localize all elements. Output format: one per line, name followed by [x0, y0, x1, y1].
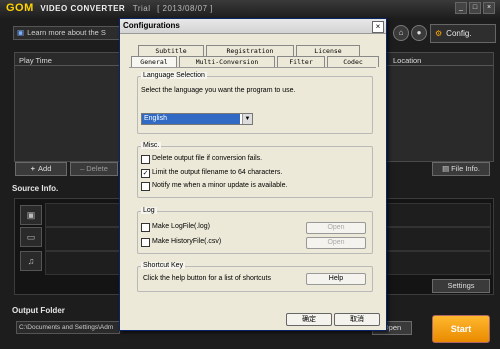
- music-note-icon[interactable]: ♫: [20, 251, 42, 271]
- output-path-field[interactable]: C:\Documents and Settings\Adm: [16, 321, 120, 334]
- file-info-button[interactable]: ▤ File Info.: [432, 162, 490, 176]
- cancel-button[interactable]: 取消: [334, 313, 380, 326]
- brand-name: GOM: [6, 2, 34, 14]
- language-selected: English: [142, 114, 240, 124]
- maximize-button[interactable]: □: [469, 2, 481, 14]
- limit-filename-checkbox[interactable]: ✓: [141, 169, 150, 178]
- config-button[interactable]: ⚙ Config.: [430, 24, 496, 43]
- column-location[interactable]: Location: [393, 56, 421, 65]
- gear-icon: ⚙: [435, 29, 443, 38]
- dialog-close-button[interactable]: ×: [372, 21, 384, 33]
- app-title-bar: GOM VIDEO CONVERTER Trial [ 2013/08/07 ]…: [0, 0, 500, 18]
- learn-more-link[interactable]: ▣ Learn more about the S: [13, 26, 126, 40]
- delete-on-fail-checkbox[interactable]: [141, 155, 150, 164]
- home-icon[interactable]: ⌂: [393, 25, 409, 41]
- shortcut-group-label: Shortcut Key: [141, 262, 186, 269]
- tab-license[interactable]: License: [296, 45, 360, 56]
- tab-registration[interactable]: Registration: [206, 45, 294, 56]
- language-description: Select the language you want the program…: [141, 87, 296, 94]
- delete-on-fail-label: Delete output file if conversion fails.: [152, 155, 263, 162]
- notify-update-checkbox[interactable]: [141, 182, 150, 191]
- chevron-down-icon[interactable]: ▼: [242, 114, 252, 124]
- dialog-title: Configurations: [123, 21, 180, 30]
- add-label: Add: [38, 164, 52, 173]
- info-icon: ▣: [17, 28, 25, 37]
- settings-button[interactable]: Settings: [432, 279, 490, 293]
- film-frame-icon[interactable]: ▣: [20, 205, 42, 225]
- log-group-label: Log: [141, 207, 157, 214]
- tab-filter[interactable]: Filter: [277, 56, 325, 67]
- source-info-title: Source Info.: [12, 184, 59, 193]
- language-group-label: Language Selection: [141, 72, 207, 79]
- dialog-titlebar: Configurations ×: [120, 19, 386, 34]
- column-playtime[interactable]: Play Time: [19, 56, 52, 65]
- logfile-checkbox[interactable]: [141, 223, 150, 232]
- notify-update-label: Notify me when a minor update is availab…: [152, 182, 288, 189]
- add-button[interactable]: + Add: [15, 162, 67, 176]
- output-folder-title: Output Folder: [12, 306, 65, 315]
- file-info-label: File Info.: [451, 164, 480, 173]
- language-select[interactable]: English ▼: [141, 113, 253, 125]
- historyfile-checkbox[interactable]: [141, 238, 150, 247]
- close-button[interactable]: ×: [483, 2, 495, 14]
- minus-icon: –: [80, 164, 85, 173]
- app-title: VIDEO CONVERTER: [40, 4, 126, 13]
- historyfile-label: Make HistoryFile(.csv): [152, 238, 222, 245]
- delete-label: Delete: [86, 164, 108, 173]
- logfile-label: Make LogFile(.log): [152, 223, 210, 230]
- help-button[interactable]: Help: [306, 273, 366, 285]
- document-icon: ▤: [442, 164, 450, 173]
- minimize-button[interactable]: _: [455, 2, 467, 14]
- start-button[interactable]: Start: [432, 315, 490, 343]
- delete-button[interactable]: – Delete: [70, 162, 118, 176]
- plus-icon: +: [30, 164, 36, 173]
- tab-subtitle[interactable]: Subtitle: [138, 45, 204, 56]
- ok-button[interactable]: 确定: [286, 313, 332, 326]
- tab-codec[interactable]: Codec: [327, 56, 379, 67]
- misc-group-label: Misc.: [141, 142, 162, 149]
- clapperboard-icon[interactable]: ▭: [20, 227, 42, 247]
- language-group: Language Selection: [137, 72, 373, 134]
- chat-icon[interactable]: ●: [411, 25, 427, 41]
- tab-baseline: [129, 67, 376, 68]
- logfile-open-button[interactable]: Open: [306, 222, 366, 234]
- trial-label: Trial: [132, 4, 151, 13]
- tab-multi-conversion[interactable]: Multi-Conversion: [179, 56, 275, 67]
- historyfile-open-button[interactable]: Open: [306, 237, 366, 249]
- shortcut-description: Click the help button for a list of shor…: [143, 275, 272, 282]
- config-label: Config.: [446, 29, 472, 38]
- limit-filename-label: Limit the output filename to 64 characte…: [152, 169, 283, 176]
- learn-more-text: Learn more about the S: [27, 28, 106, 37]
- build-date: [ 2013/08/07 ]: [157, 4, 214, 13]
- app-logo: GOM VIDEO CONVERTER Trial [ 2013/08/07 ]: [6, 2, 213, 14]
